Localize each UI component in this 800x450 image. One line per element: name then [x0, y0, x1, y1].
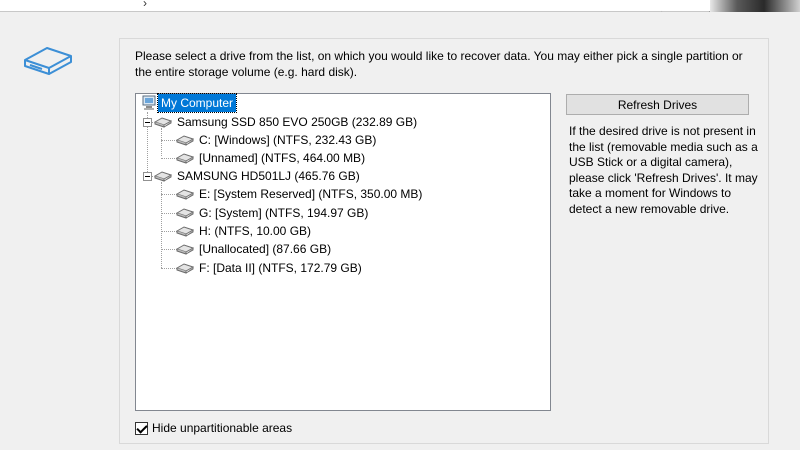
tree-item-partition-h[interactable]: H: (NTFS, 10.00 GB) — [176, 222, 314, 240]
partition-icon — [176, 244, 194, 255]
partition-icon — [176, 135, 194, 146]
drive-icon — [24, 47, 72, 75]
refresh-drives-button[interactable]: Refresh Drives — [566, 94, 749, 115]
partition-icon — [176, 226, 194, 237]
drive-tree[interactable]: My Computer Samsung SSD 850 EVO 250GB (2… — [135, 93, 551, 411]
hard-disk-icon — [154, 117, 172, 128]
tree-item-partition-unnamed[interactable]: [Unnamed] (NTFS, 464.00 MB) — [176, 149, 368, 167]
partition-icon — [176, 208, 194, 219]
tree-item-unallocated[interactable]: [Unallocated] (87.66 GB) — [176, 240, 334, 258]
partition-icon — [176, 189, 194, 200]
tree-item-partition-f[interactable]: F: [Data II] (NTFS, 172.79 GB) — [176, 259, 365, 277]
header-banner: › — [0, 0, 800, 12]
collapse-toggle-icon[interactable] — [143, 117, 152, 127]
checkbox-checked-icon[interactable] — [135, 421, 148, 435]
tree-item-disk-samsung-hd[interactable]: SAMSUNG HD501LJ (465.76 GB) — [143, 167, 363, 185]
banner-graphic — [630, 0, 800, 12]
tree-item-partition-e[interactable]: E: [System Reserved] (NTFS, 350.00 MB) — [176, 185, 425, 203]
tree-item-my-computer[interactable]: My Computer — [142, 93, 238, 113]
tree-item-disk-samsung-ssd[interactable]: Samsung SSD 850 EVO 250GB (232.89 GB) — [143, 113, 420, 131]
computer-icon — [142, 95, 156, 110]
hard-disk-icon — [154, 171, 172, 182]
hide-unpartitionable-label: Hide unpartitionable areas — [152, 421, 293, 435]
partition-icon — [176, 153, 194, 164]
collapse-toggle-icon[interactable] — [143, 171, 152, 181]
tree-item-partition-c[interactable]: C: [Windows] (NTFS, 232.43 GB) — [176, 131, 379, 149]
help-text: If the desired drive is not present in t… — [569, 124, 758, 216]
hide-unpartitionable-checkbox[interactable]: Hide unpartitionable areas — [135, 421, 292, 435]
intro-text: Please select a drive from the list, on … — [135, 49, 743, 79]
partition-icon — [176, 263, 194, 274]
banner-glyph-icon: › — [143, 0, 147, 10]
tree-item-partition-g[interactable]: G: [System] (NTFS, 194.97 GB) — [176, 204, 371, 222]
